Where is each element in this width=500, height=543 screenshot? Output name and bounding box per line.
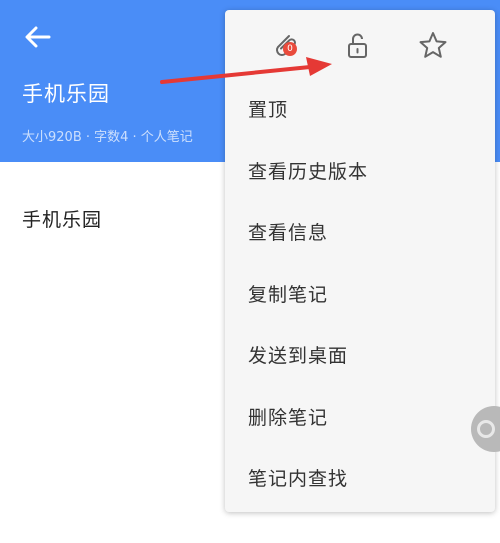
attachment-count-badge: 0 (283, 42, 297, 56)
annotation-arrow (160, 57, 332, 84)
note-meta: 大小920B · 字数4 · 个人笔记 (22, 130, 193, 145)
note-title: 手机乐园 (22, 82, 110, 106)
star-icon (419, 32, 447, 58)
menu-item-delete-note[interactable]: 删除笔记 (225, 388, 495, 450)
arrow-left-icon (25, 26, 51, 48)
menu-item-view-info[interactable]: 查看信息 (225, 203, 495, 265)
note-content[interactable]: 手机乐园 (22, 205, 102, 232)
favorite-button[interactable] (415, 28, 451, 64)
lock-button[interactable] (340, 28, 376, 64)
menu-item-find-in-note[interactable]: 笔记内查找 (225, 449, 495, 511)
unlock-icon (348, 33, 367, 58)
menu-items: 置顶 查看历史版本 查看信息 复制笔记 发送到桌面 删除笔记 笔记内查找 (225, 80, 495, 511)
menu-item-copy-note[interactable]: 复制笔记 (225, 265, 495, 327)
assistant-icon (477, 420, 495, 438)
back-button[interactable] (20, 22, 56, 52)
menu-item-send-to-desktop[interactable]: 发送到桌面 (225, 326, 495, 388)
menu-item-version-history[interactable]: 查看历史版本 (225, 142, 495, 204)
